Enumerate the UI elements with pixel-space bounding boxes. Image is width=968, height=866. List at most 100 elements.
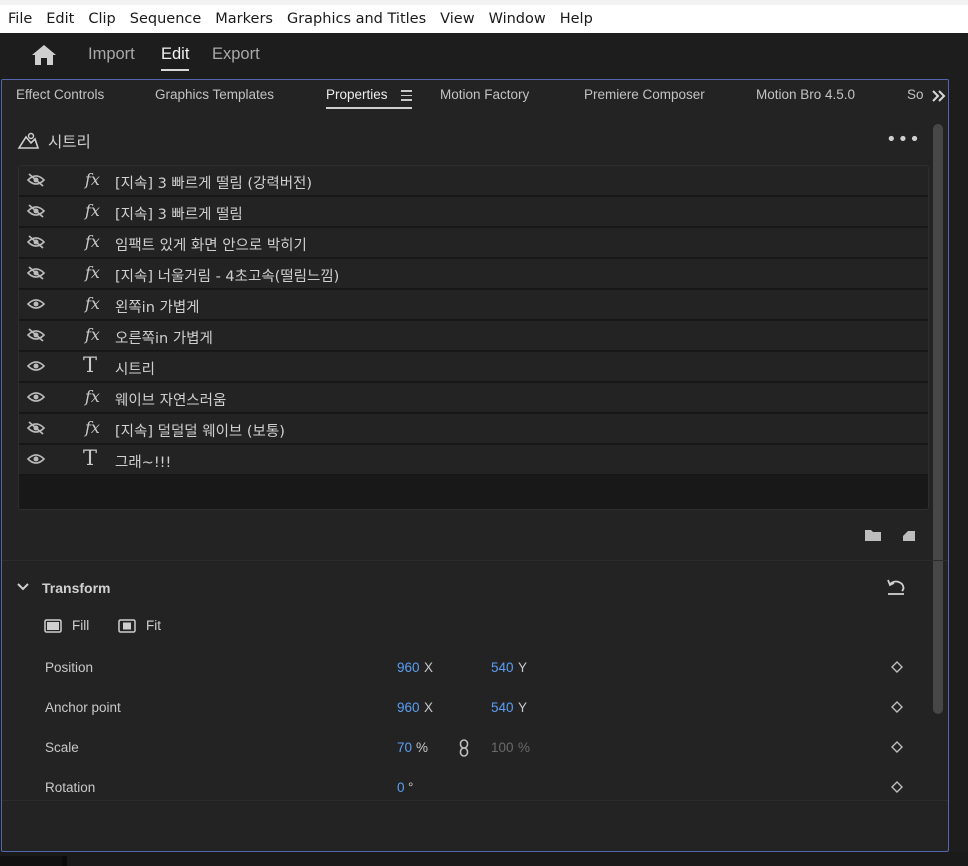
layer-name: 임팩트 있게 화면 안으로 박히기	[115, 238, 307, 254]
menu-edit[interactable]: Edit	[46, 11, 74, 27]
fill-icon[interactable]	[44, 618, 62, 634]
position-y-value[interactable]: 540	[491, 660, 514, 675]
position-x-value[interactable]: 960	[397, 660, 420, 675]
layer-row[interactable]: fx 오른쪽in 가볍게	[19, 321, 928, 351]
scale-label: Scale	[45, 740, 79, 755]
link-icon[interactable]	[458, 739, 470, 757]
layer-row[interactable]: fx [지속] 덜덜덜 웨이브 (보통)	[19, 414, 928, 444]
anchor-y-value[interactable]: 540	[491, 700, 514, 715]
layer-name: 왼쪽in 가볍게	[115, 300, 200, 316]
keyframe-diamond-icon[interactable]	[891, 741, 903, 753]
text-layer-icon: T	[83, 446, 98, 470]
eye-hidden-icon[interactable]	[27, 421, 45, 435]
menu-graphics-and-titles[interactable]: Graphics and Titles	[287, 11, 426, 27]
scale-value[interactable]: 70	[397, 740, 412, 755]
clip-header: 시트리	[16, 128, 91, 154]
anchor-x-value[interactable]: 960	[397, 700, 420, 715]
text-layer-icon: T	[83, 353, 98, 377]
menu-markers[interactable]: Markers	[215, 11, 273, 27]
eye-icon[interactable]	[27, 452, 45, 466]
eye-hidden-icon[interactable]	[27, 235, 45, 249]
tab-effect-controls[interactable]: Effect Controls	[16, 87, 104, 102]
layer-name: 시트리	[115, 362, 156, 378]
rotation-value[interactable]: 0	[397, 780, 405, 795]
more-options-icon[interactable]: •••	[886, 129, 921, 150]
layer-row[interactable]: T 시트리	[19, 352, 928, 382]
fx-icon: fx	[85, 201, 100, 220]
active-tab-indicator	[326, 107, 412, 109]
layer-name: [지속] 너울거림 - 4초고속(떨림느낌)	[115, 269, 340, 285]
menu-window[interactable]: Window	[489, 11, 546, 27]
position-x-unit: X	[424, 660, 434, 675]
tab-premiere-composer[interactable]: Premiere Composer	[584, 87, 705, 102]
menu-sequence[interactable]: Sequence	[130, 11, 202, 27]
menu-file[interactable]: File	[8, 11, 32, 27]
panel-scrollbar[interactable]	[933, 124, 943, 714]
keyframe-diamond-icon[interactable]	[891, 661, 903, 673]
menu-help[interactable]: Help	[560, 11, 593, 27]
bottom-strip	[0, 852, 968, 866]
layer-name: [지속] 3 빠르게 떨림	[115, 207, 243, 223]
position-label: Position	[45, 660, 94, 675]
anchor-x-unit: X	[424, 700, 434, 715]
menu-view[interactable]: View	[440, 11, 474, 27]
layer-name: [지속] 덜덜덜 웨이브 (보통)	[115, 424, 285, 440]
layer-name: 오른쪽in 가볍게	[115, 331, 213, 347]
bottom-panel-edge	[0, 856, 62, 866]
fx-icon: fx	[85, 170, 100, 189]
layer-row[interactable]: fx [지속] 3 빠르게 떨림	[19, 197, 928, 227]
layer-name: 그래~!!!	[115, 455, 172, 471]
fx-icon: fx	[85, 232, 100, 251]
fill-button[interactable]: Fill	[72, 618, 89, 633]
layer-row[interactable]: fx 임팩트 있게 화면 안으로 박히기	[19, 228, 928, 258]
double-chevron-right-icon[interactable]	[929, 84, 948, 108]
chevron-down-icon[interactable]	[16, 582, 30, 592]
fit-button[interactable]: Fit	[146, 618, 161, 633]
eye-hidden-icon[interactable]	[27, 173, 45, 187]
tab-truncated[interactable]: So	[907, 87, 924, 102]
fit-icon[interactable]	[118, 618, 136, 634]
layer-row[interactable]: fx 왼쪽in 가볍게	[19, 290, 928, 320]
tab-edit[interactable]: Edit	[161, 45, 190, 71]
menu-clip[interactable]: Clip	[88, 11, 115, 27]
layer-name: 웨이브 자연스러움	[115, 393, 227, 409]
keyframe-diamond-icon[interactable]	[891, 701, 903, 713]
tab-properties[interactable]: Properties	[326, 87, 388, 102]
position-y-unit: Y	[518, 660, 528, 675]
eye-icon[interactable]	[27, 390, 45, 404]
section-divider	[2, 560, 948, 561]
keyframe-diamond-icon[interactable]	[891, 781, 903, 793]
home-icon[interactable]	[31, 44, 57, 66]
tab-graphics-templates[interactable]: Graphics Templates	[155, 87, 274, 102]
tab-export[interactable]: Export	[212, 45, 260, 64]
new-layer-icon[interactable]	[900, 527, 918, 543]
anchor-y-unit: Y	[518, 700, 528, 715]
anchor-point-label: Anchor point	[45, 700, 121, 715]
eye-icon[interactable]	[27, 297, 45, 311]
tab-import[interactable]: Import	[88, 45, 135, 64]
eye-hidden-icon[interactable]	[27, 328, 45, 342]
layer-row[interactable]: fx 웨이브 자연스러움	[19, 383, 928, 413]
hamburger-menu-icon[interactable]	[401, 90, 412, 104]
graphic-clip-icon	[17, 132, 40, 149]
fx-icon: fx	[85, 418, 100, 437]
layer-row[interactable]: T 그래~!!!	[19, 445, 928, 475]
menu-bar: File Edit Clip Sequence Markers Graphics…	[0, 0, 968, 33]
section-divider	[2, 800, 948, 801]
panel-tab-bar: Effect Controls Graphics Templates Prope…	[2, 80, 948, 113]
layer-row[interactable]: fx [지속] 3 빠르게 떨림 (강력버전)	[19, 166, 928, 196]
workspace-nav: Import Edit Export	[0, 33, 968, 79]
transform-section-title[interactable]: Transform	[42, 580, 110, 596]
fx-icon: fx	[85, 263, 100, 282]
tab-motion-factory[interactable]: Motion Factory	[440, 87, 529, 102]
reset-icon[interactable]	[886, 578, 906, 596]
eye-icon[interactable]	[27, 359, 45, 373]
layer-row[interactable]: fx [지속] 너울거림 - 4초고속(떨림느낌)	[19, 259, 928, 289]
eye-hidden-icon[interactable]	[27, 266, 45, 280]
folder-icon[interactable]	[864, 527, 882, 543]
clip-name: 시트리	[48, 133, 91, 151]
scale-height-value[interactable]: 100	[491, 740, 514, 755]
tab-motion-bro[interactable]: Motion Bro 4.5.0	[756, 87, 855, 102]
fx-icon: fx	[85, 387, 100, 406]
eye-hidden-icon[interactable]	[27, 204, 45, 218]
